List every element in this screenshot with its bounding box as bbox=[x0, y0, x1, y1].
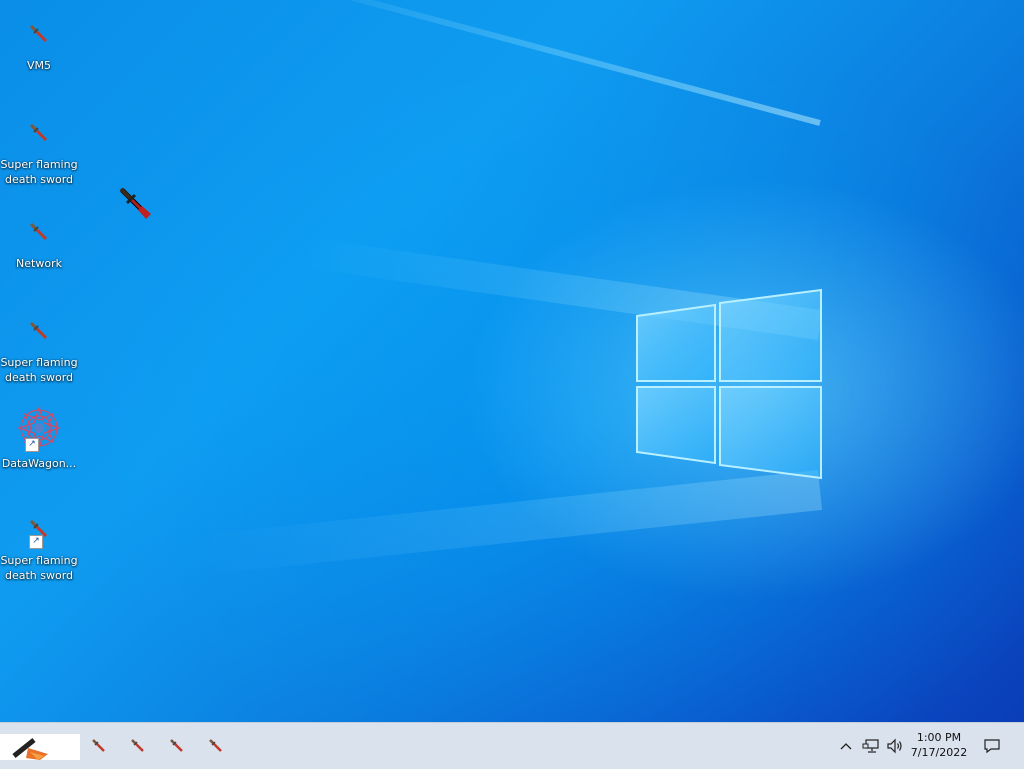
taskbar-app-sword-2[interactable] bbox=[126, 735, 150, 757]
taskbar: 1:00 PM 7/17/2022 bbox=[0, 722, 1024, 769]
show-hidden-icons-button[interactable] bbox=[836, 735, 856, 757]
shortcut-arrow-icon: ↗ bbox=[25, 438, 39, 452]
sword-icon bbox=[170, 739, 183, 752]
taskbar-app-sword-1[interactable] bbox=[87, 735, 111, 757]
chevron-up-icon bbox=[840, 743, 852, 750]
datawagon-icon: ↗ bbox=[15, 404, 63, 452]
desktop-icon-datawagon[interactable]: ↗ DataWagon... bbox=[0, 404, 78, 471]
desktop-icon-label: DataWagon... bbox=[1, 457, 77, 470]
network-icon bbox=[862, 739, 879, 753]
sword-icon bbox=[209, 739, 222, 752]
taskbar-app-sword-4[interactable] bbox=[204, 735, 228, 757]
light-beam bbox=[302, 237, 823, 340]
start-button[interactable] bbox=[0, 734, 80, 760]
action-center-button[interactable] bbox=[980, 735, 1004, 757]
sword-icon bbox=[92, 739, 105, 752]
desktop-icon-super-flaming-death-sword[interactable]: Super flaming death sword bbox=[0, 113, 78, 187]
clock-date: 7/17/2022 bbox=[910, 746, 968, 759]
speaker-icon bbox=[887, 738, 902, 754]
light-beam bbox=[201, 470, 823, 575]
desktop-icon-label: Network bbox=[16, 257, 62, 270]
light-beam bbox=[258, 0, 821, 126]
notification-icon bbox=[984, 739, 1000, 754]
sword-icon bbox=[19, 113, 59, 153]
desktop-icon-super-flaming-death-sword[interactable]: Super flaming death sword bbox=[0, 311, 78, 385]
desktop-icon-label: VM5 bbox=[26, 59, 51, 72]
sword-cursor-icon bbox=[119, 187, 151, 219]
desktop-icon-network[interactable]: Network bbox=[0, 212, 78, 271]
desktop-icon-label: Super flaming death sword bbox=[0, 554, 78, 582]
desktop-icon-label: Super flaming death sword bbox=[0, 356, 78, 384]
sword-icon bbox=[131, 739, 144, 752]
clock[interactable]: 1:00 PM 7/17/2022 bbox=[906, 730, 972, 760]
desktop-icon-label: Super flaming death sword bbox=[0, 158, 78, 186]
desktop-icon-super-flaming-death-sword-shortcut[interactable]: ↗ Super flaming death sword bbox=[0, 509, 78, 583]
sword-icon bbox=[19, 212, 59, 252]
sword-icon bbox=[19, 14, 59, 54]
network-tray-button[interactable] bbox=[860, 735, 882, 757]
shortcut-arrow-icon: ↗ bbox=[29, 535, 43, 549]
taskbar-app-sword-3[interactable] bbox=[165, 735, 189, 757]
clock-time: 1:00 PM bbox=[916, 731, 962, 744]
sword-icon bbox=[19, 311, 59, 351]
sword-icon: ↗ bbox=[19, 509, 59, 549]
volume-tray-button[interactable] bbox=[884, 735, 906, 757]
desktop[interactable]: VM5 Super flaming death sword Network Su… bbox=[0, 0, 1024, 722]
windows-logo bbox=[636, 288, 822, 480]
desktop-icon-vm5[interactable]: VM5 bbox=[0, 14, 78, 73]
